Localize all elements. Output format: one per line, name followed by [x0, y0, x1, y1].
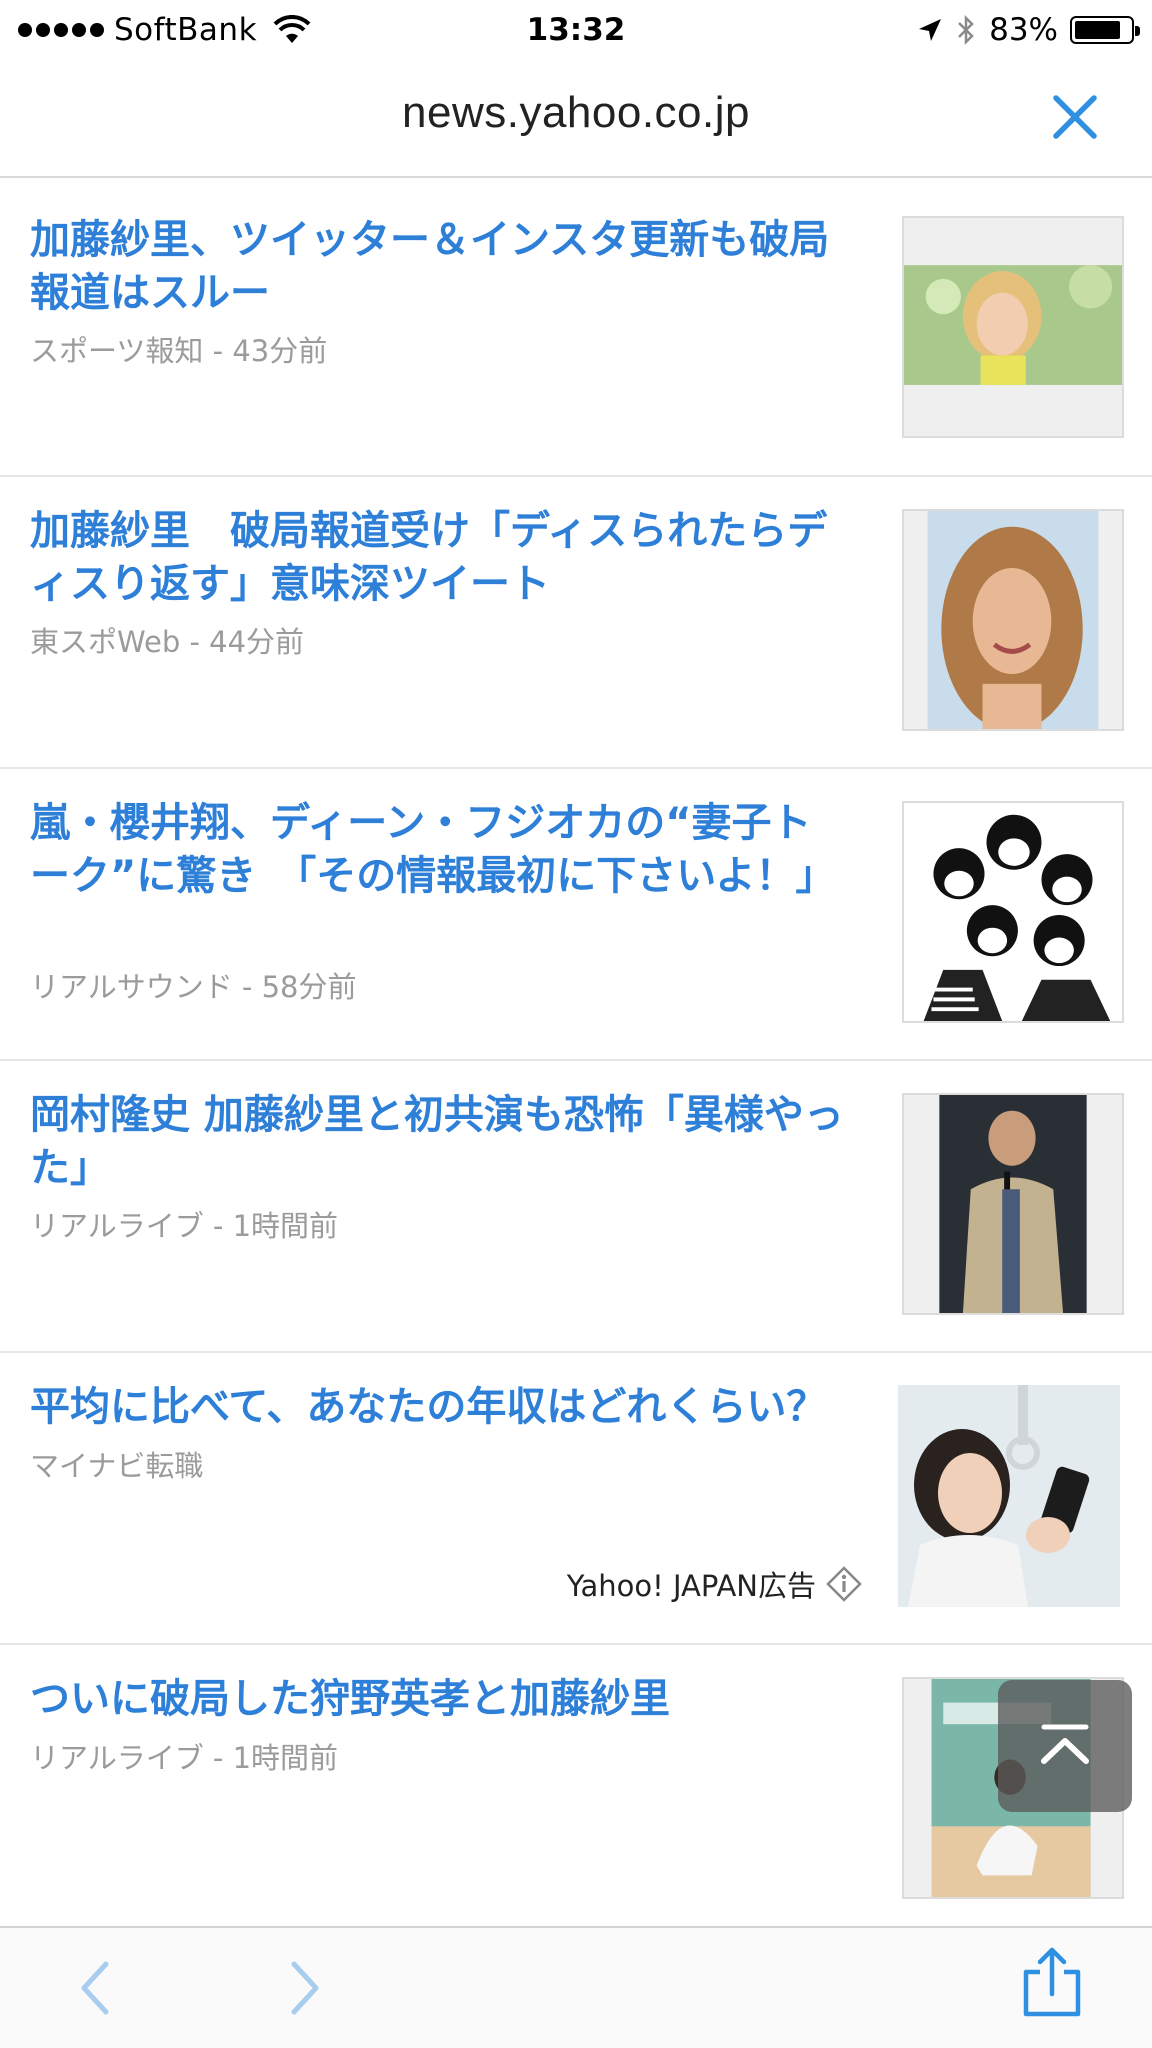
news-title-link[interactable]: 岡村隆史 加藤紗里と初共演も恐怖「異様やった」 [30, 1089, 850, 1195]
thumbnail-image[interactable] [902, 509, 1124, 731]
ad-thumbnail-image[interactable] [898, 1385, 1120, 1607]
woman-phone-ad-photo [898, 1385, 1120, 1607]
news-source: スポーツ報知 - 43分前 [30, 334, 328, 368]
location-arrow-icon [919, 19, 942, 41]
news-feed[interactable]: 加藤紗里、ツイッター＆インスタ更新も破局報道はスルー スポーツ報知 - 43分前… [0, 186, 1152, 1926]
close-button[interactable] [1048, 90, 1102, 144]
news-item[interactable]: ついに破局した狩野英孝と加藤紗里 リアルライブ - 1時間前 [0, 1645, 1152, 1926]
battery-level [1075, 21, 1120, 39]
man-microphone-photo [904, 1095, 1122, 1313]
thumbnail-image[interactable] [902, 216, 1124, 438]
news-source: リアルライブ - 1時間前 [30, 1741, 339, 1775]
ad-title-link[interactable]: 平均に比べて、あなたの年収はどれくらい？ [30, 1381, 850, 1434]
ad-label[interactable]: Yahoo! JAPAN広告 [567, 1563, 862, 1605]
chevron-left-icon [81, 1961, 109, 2015]
back-button[interactable] [60, 1952, 132, 2024]
thumbnail-image[interactable] [902, 801, 1124, 1023]
scroll-to-top-button[interactable] [998, 1680, 1132, 1812]
chevron-right-icon [291, 1961, 319, 2015]
news-title-link[interactable]: 嵐・櫻井翔、ディーン・フジオカの“妻子トーク”に驚き 「その情報最初に下さいよ！… [30, 797, 850, 903]
news-source: リアルライブ - 1時間前 [30, 1209, 339, 1243]
news-source: リアルサウンド - 58分前 [30, 970, 357, 1004]
forward-button[interactable] [268, 1952, 340, 2024]
info-diamond-icon [826, 1566, 862, 1602]
share-icon [1023, 1947, 1081, 2017]
battery-percent: 83% [989, 12, 1058, 48]
share-button[interactable] [1016, 1946, 1088, 2018]
news-source: 東スポWeb - 44分前 [30, 625, 305, 659]
close-icon [1053, 95, 1097, 139]
bluetooth-icon [958, 14, 974, 46]
news-title-link[interactable]: 加藤紗里、ツイッター＆インスタ更新も破局報道はスルー [30, 214, 850, 320]
ad-source: マイナビ転職 [30, 1449, 204, 1483]
ad-item[interactable]: 平均に比べて、あなたの年収はどれくらい？ マイナビ転職 Yahoo! JAPAN… [0, 1353, 1152, 1645]
battery-icon [1070, 16, 1140, 44]
news-item[interactable]: 加藤紗里 破局報道受け「ディスられたらディスり返す」意味深ツイート 東スポWeb… [0, 477, 1152, 769]
url-bar: news.yahoo.co.jp [0, 58, 1152, 178]
woman-portrait-photo [904, 511, 1122, 729]
thumbnail-image[interactable] [902, 1093, 1124, 1315]
url-domain[interactable]: news.yahoo.co.jp [0, 88, 1152, 138]
chevron-up-icon [1041, 1724, 1089, 1764]
news-item[interactable]: 岡村隆史 加藤紗里と初共演も恐怖「異様やった」 リアルライブ - 1時間前 [0, 1061, 1152, 1353]
browser-toolbar [0, 1926, 1152, 2048]
group-illustration [904, 803, 1122, 1021]
news-title-link[interactable]: 加藤紗里 破局報道受け「ディスられたらディスり返す」意味深ツイート [30, 505, 850, 611]
woman-blonde-photo [904, 218, 1122, 436]
news-item[interactable]: 加藤紗里、ツイッター＆インスタ更新も破局報道はスルー スポーツ報知 - 43分前 [0, 186, 1152, 477]
status-bar: SoftBank 13:32 83% [0, 0, 1152, 58]
status-right: 83% [917, 10, 1140, 50]
news-item[interactable]: 嵐・櫻井翔、ディーン・フジオカの“妻子トーク”に驚き 「その情報最初に下さいよ！… [0, 769, 1152, 1061]
ad-label-text: Yahoo! JAPAN広告 [566, 1569, 816, 1603]
news-title-link[interactable]: ついに破局した狩野英孝と加藤紗里 [30, 1673, 850, 1726]
